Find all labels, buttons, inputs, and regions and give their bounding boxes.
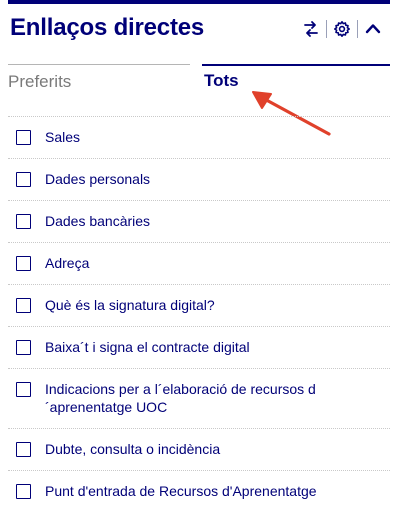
link-row[interactable]: Adreça xyxy=(8,243,390,284)
tab-favorites[interactable]: Preferits xyxy=(8,72,71,92)
collapse-button[interactable] xyxy=(358,16,388,42)
link-label[interactable]: Què és la signatura digital? xyxy=(45,296,365,314)
link-label[interactable]: Dades bancàries xyxy=(45,212,365,230)
list-item: Adreça xyxy=(8,242,390,284)
shortcut-list: Sales Dades personals Dades bancàries Adreç… xyxy=(8,116,390,512)
link-label[interactable]: Baixa´t i signa el contracte digital xyxy=(45,338,365,356)
list-item: Baixa´t i signa el contracte digital xyxy=(8,326,390,368)
list-item: Dubte, consulta o incidència xyxy=(8,428,390,470)
link-label[interactable]: Punt d'entrada de Recursos d'Aprenentatg… xyxy=(45,482,365,500)
checkbox[interactable] xyxy=(16,256,31,271)
list-item: Què és la signatura digital? xyxy=(8,284,390,326)
chevron-up-icon xyxy=(365,24,381,34)
link-row[interactable]: Punt d'entrada de Recursos d'Aprenentatg… xyxy=(8,471,390,512)
panel-header: Enllaços directes xyxy=(10,14,390,50)
link-label[interactable]: Indicacions per a l´elaboració de recurs… xyxy=(45,380,365,416)
link-row[interactable]: Baixa´t i signa el contracte digital xyxy=(8,327,390,368)
link-row[interactable]: Sales xyxy=(8,117,390,158)
panel-title: Enllaços directes xyxy=(10,14,205,41)
checkbox[interactable] xyxy=(16,484,31,499)
settings-button[interactable] xyxy=(327,16,357,42)
list-item: Indicacions per a l´elaboració de recurs… xyxy=(8,368,390,428)
checkbox[interactable] xyxy=(16,130,31,145)
tab-favorites-underline xyxy=(8,64,190,65)
link-row[interactable]: Dades bancàries xyxy=(8,201,390,242)
list-item: Dades personals xyxy=(8,158,390,200)
tab-all[interactable]: Tots xyxy=(204,71,239,91)
list-item: Dades bancàries xyxy=(8,200,390,242)
list-item: Sales xyxy=(8,116,390,158)
link-row[interactable]: Què és la signatura digital? xyxy=(8,285,390,326)
link-label[interactable]: Dades personals xyxy=(45,170,365,188)
swap-button[interactable] xyxy=(296,16,326,42)
gear-icon xyxy=(334,21,350,37)
link-label[interactable]: Sales xyxy=(45,128,365,146)
tab-all-underline xyxy=(202,64,390,66)
checkbox[interactable] xyxy=(16,340,31,355)
checkbox[interactable] xyxy=(16,172,31,187)
link-row[interactable]: Dubte, consulta o incidència xyxy=(8,429,390,470)
link-row[interactable]: Indicacions per a l´elaboració de recurs… xyxy=(8,369,390,428)
checkbox[interactable] xyxy=(16,382,31,397)
link-label[interactable]: Adreça xyxy=(45,254,365,272)
header-actions xyxy=(296,16,388,42)
link-row[interactable]: Dades personals xyxy=(8,159,390,200)
checkbox[interactable] xyxy=(16,298,31,313)
link-label[interactable]: Dubte, consulta o incidència xyxy=(45,440,365,458)
swap-icon xyxy=(304,21,318,37)
top-rule xyxy=(8,0,390,4)
checkbox[interactable] xyxy=(16,214,31,229)
checkbox[interactable] xyxy=(16,442,31,457)
list-item: Punt d'entrada de Recursos d'Aprenentatg… xyxy=(8,470,390,512)
